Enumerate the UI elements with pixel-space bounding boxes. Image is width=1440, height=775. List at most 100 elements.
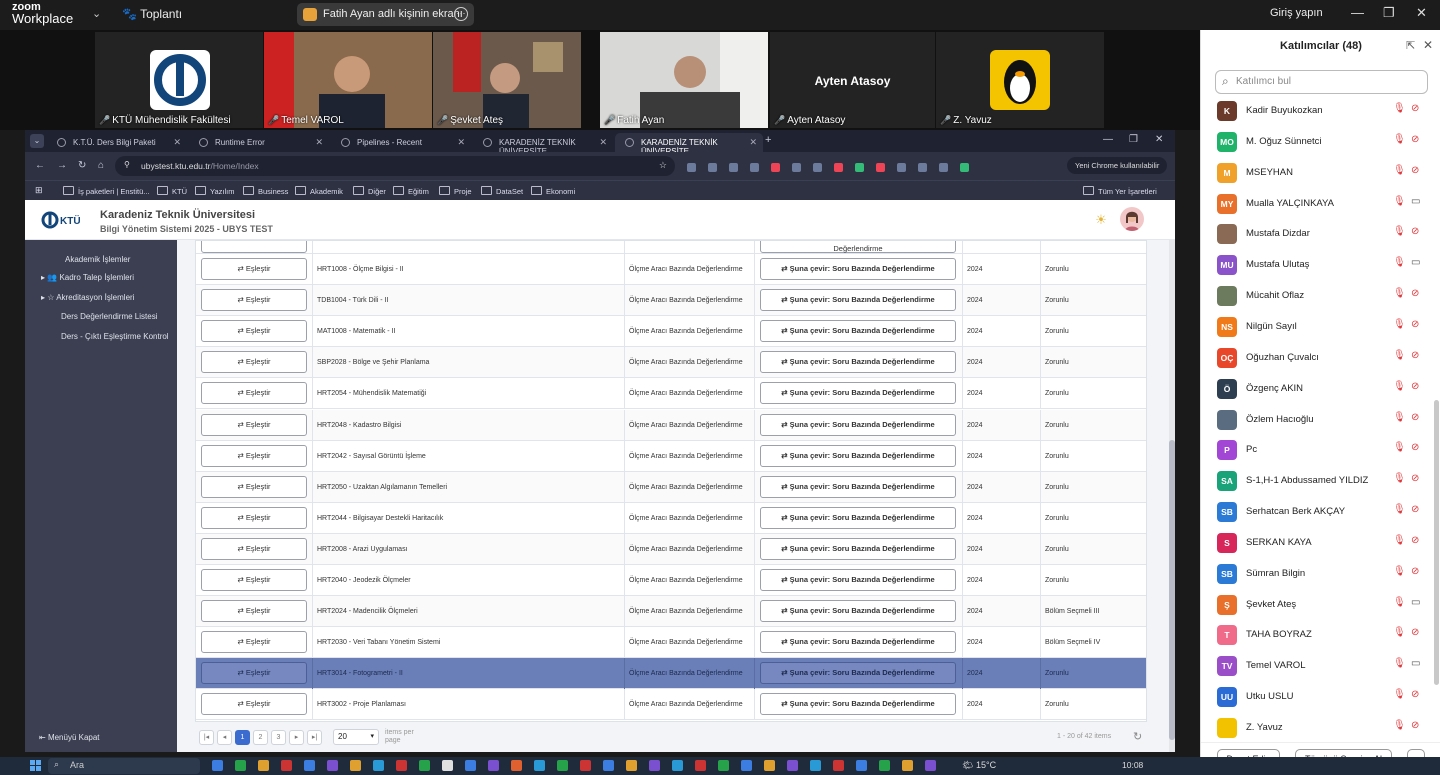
tab-ktu-2[interactable]: KARADENİZ TEKNİK ÜNİVERSİTE✕ <box>615 133 763 156</box>
taskbar-app-icon[interactable] <box>925 760 936 771</box>
camera-off-icon[interactable]: ⊘ <box>1411 350 1419 361</box>
clock[interactable]: 10:08 <box>1122 760 1143 770</box>
taskbar-app-icon[interactable] <box>672 760 683 771</box>
login-button[interactable]: Giriş yapın <box>1270 7 1323 19</box>
mic-muted-icon[interactable]: 🎙 <box>1393 226 1406 237</box>
camera-icon[interactable]: ▭ <box>1411 658 1420 669</box>
participant-search-input[interactable]: Katılımcı bul <box>1215 70 1428 94</box>
camera-off-icon[interactable]: ⊘ <box>1411 535 1419 546</box>
table-row[interactable]: ⇄ Eşleştir HRT3002 - Proje Planlaması Ölçm… <box>196 689 1146 721</box>
bookmark-item[interactable]: İş paketleri | Enstitü... <box>63 186 150 196</box>
taskbar-app-icon[interactable] <box>235 760 246 771</box>
taskbar-app-icon[interactable] <box>626 760 637 771</box>
mic-muted-icon[interactable]: 🎙 <box>1393 597 1406 608</box>
collapse-menu-button[interactable]: ⇤ Menüyü Kapat <box>39 733 100 742</box>
taskbar-app-icon[interactable] <box>741 760 752 771</box>
taskbar-app-icon[interactable] <box>304 760 315 771</box>
table-row[interactable]: ⇄ Eşleştir HRT2040 - Jeodezik Ölçmeler Ölç… <box>196 565 1146 596</box>
participant-row[interactable]: SA S-1,H-1 Abdussamed YILDIZ 🎙 ⊘ <box>1201 466 1433 497</box>
page-3[interactable]: 3 <box>271 730 286 745</box>
mic-muted-icon[interactable]: 🎙 <box>1393 535 1406 546</box>
video-tile-temel[interactable]: Temel VAROL <box>264 32 432 128</box>
table-row[interactable]: ⇄ Eşleştir HRT2024 - Madencilik Ölçmeleri… <box>196 596 1146 628</box>
taskbar-app-icon[interactable] <box>350 760 361 771</box>
convert-button[interactable]: ⇄ Şuna çevir: Soru Bazında Değerlendirme <box>760 693 956 716</box>
taskbar-app-icon[interactable] <box>534 760 545 771</box>
participant-row[interactable]: UU Utku USLU 🎙 ⊘ <box>1201 682 1433 713</box>
match-button[interactable]: ⇄ Eşleştir <box>201 537 307 560</box>
tab-pipelines[interactable]: Pipelines - Recent ✕ <box>331 133 471 152</box>
participant-row[interactable]: S SERKAN KAYA 🎙 ⊘ <box>1201 528 1433 559</box>
page-2[interactable]: 2 <box>253 730 268 745</box>
back-icon[interactable]: ← <box>35 160 45 171</box>
match-button[interactable]: ⇄ Eşleştir <box>201 382 307 405</box>
taskbar-app-icon[interactable] <box>879 760 890 771</box>
new-tab-icon[interactable]: + <box>765 134 771 146</box>
camera-off-icon[interactable]: ⊘ <box>1411 165 1419 176</box>
taskbar-app-icon[interactable] <box>902 760 913 771</box>
match-button[interactable]: ⇄ Eşleştir <box>201 258 307 280</box>
mic-muted-icon[interactable]: 🎙 <box>1393 134 1406 145</box>
weather-widget[interactable]: 🌤 15°C <box>962 760 996 771</box>
camera-off-icon[interactable]: ⊘ <box>1411 473 1419 484</box>
taskbar-app-icon[interactable] <box>488 760 499 771</box>
screen-share-indicator[interactable]: Fatih Ayan adlı kişinin ekranı ··· <box>297 3 474 26</box>
table-row[interactable]: ⇄ Eşleştir TDB1004 - Türk Dili - II Ölçme … <box>196 285 1146 317</box>
camera-off-icon[interactable]: ⊘ <box>1411 442 1419 453</box>
table-row[interactable]: ⇄ Eşleştir HRT1008 - Ölçme Bilgisi - II Öl… <box>196 254 1146 285</box>
mic-muted-icon[interactable]: 🎙 <box>1393 442 1406 453</box>
table-row[interactable]: ⇄ Eşleştir HRT2048 - Kadastro Bilgisi Ölçm… <box>196 409 1146 441</box>
avatar[interactable] <box>1120 207 1144 231</box>
taskbar-app-icon[interactable] <box>258 760 269 771</box>
participant-row[interactable]: P Pc 🎙 ⊘ <box>1201 435 1433 466</box>
camera-off-icon[interactable]: ⊘ <box>1411 381 1419 392</box>
camera-off-icon[interactable]: ⊘ <box>1411 103 1419 114</box>
mic-muted-icon[interactable]: 🎙 <box>1393 257 1406 268</box>
mic-muted-icon[interactable]: 🎙 <box>1393 319 1406 330</box>
camera-icon[interactable]: ▭ <box>1411 257 1420 268</box>
participant-row[interactable]: Z. Yavuz 🎙 ⊘ <box>1201 713 1433 741</box>
prev-page-icon[interactable]: ◂ <box>217 730 232 745</box>
restore-icon[interactable]: ❐ <box>1129 134 1138 145</box>
taskbar-app-icon[interactable] <box>718 760 729 771</box>
video-tile-ktu[interactable]: KTÜ Mühendislik Fakültesi <box>95 32 263 128</box>
participant-row[interactable]: SB Sümran Bilgin 🎙 ⊘ <box>1201 559 1433 590</box>
taskbar-app-icon[interactable] <box>465 760 476 771</box>
mic-muted-icon[interactable]: 🎙 <box>1393 504 1406 515</box>
camera-off-icon[interactable]: ⊘ <box>1411 566 1419 577</box>
taskbar-app-icon[interactable] <box>603 760 614 771</box>
mic-muted-icon[interactable]: 🎙 <box>1393 103 1406 114</box>
camera-off-icon[interactable]: ⊘ <box>1411 689 1419 700</box>
taskbar-app-icon[interactable] <box>212 760 223 771</box>
close-icon[interactable]: ✕ <box>1416 5 1427 21</box>
participant-row[interactable]: MY Mualla YALÇINKAYA 🎙 ▭ <box>1201 189 1433 220</box>
all-bookmarks[interactable]: Tüm Yer İşaretleri <box>1083 186 1157 196</box>
camera-off-icon[interactable]: ⊘ <box>1411 226 1419 237</box>
match-button[interactable]: ⇄ Eşleştir <box>201 693 307 716</box>
table-row[interactable]: ⇄ Eşleştir HRT3014 - Fotogrametri - II Ölç… <box>196 658 1146 690</box>
close-icon[interactable]: ✕ <box>1155 134 1163 145</box>
participant-row[interactable]: T TAHA BOYRAZ 🎙 ⊘ <box>1201 620 1433 651</box>
menu-item-kadro[interactable]: ▸ 👥 Kadro Talep İşlemleri <box>41 273 134 282</box>
table-row[interactable]: ⇄ Eşleştir HRT2042 - Sayısal Görüntü İşle… <box>196 440 1146 472</box>
mic-muted-icon[interactable]: 🎙 <box>1393 165 1406 176</box>
bookmark-item[interactable]: Proje <box>439 186 472 196</box>
participant-row[interactable]: Ö Özgenç AKIN 🎙 ⊘ <box>1201 374 1433 405</box>
mic-muted-icon[interactable]: 🎙 <box>1393 689 1406 700</box>
first-page-icon[interactable]: |◂ <box>199 730 214 745</box>
page-size-select[interactable]: 20 ▾ <box>333 729 379 745</box>
taskbar-app-icon[interactable] <box>419 760 430 771</box>
chrome-update-button[interactable]: Yeni Chrome kullanılabilir <box>1067 157 1168 174</box>
taskbar-app-icon[interactable] <box>396 760 407 771</box>
table-row[interactable]: ⇄ Eşleştir MAT1008 - Matematik - II Ölçme … <box>196 316 1146 348</box>
camera-off-icon[interactable]: ⊘ <box>1411 720 1419 731</box>
forward-icon[interactable]: → <box>57 160 67 171</box>
convert-button[interactable]: ⇄ Şuna çevir: Soru Bazında Değerlendirme <box>760 320 956 343</box>
match-button[interactable]: ⇄ Eşleştir <box>201 600 307 623</box>
bookmark-item[interactable]: Business <box>243 186 288 196</box>
convert-button[interactable]: ⇄ Şuna çevir: Soru Bazında Değerlendirme <box>760 631 956 654</box>
bookmark-item[interactable]: KTÜ <box>157 186 187 196</box>
convert-button[interactable]: ⇄ Şuna çevir: Soru Bazında Değerlendirme <box>760 413 956 436</box>
bookmark-item[interactable]: Akademik <box>295 186 343 196</box>
minimize-icon[interactable]: — <box>1351 5 1364 20</box>
